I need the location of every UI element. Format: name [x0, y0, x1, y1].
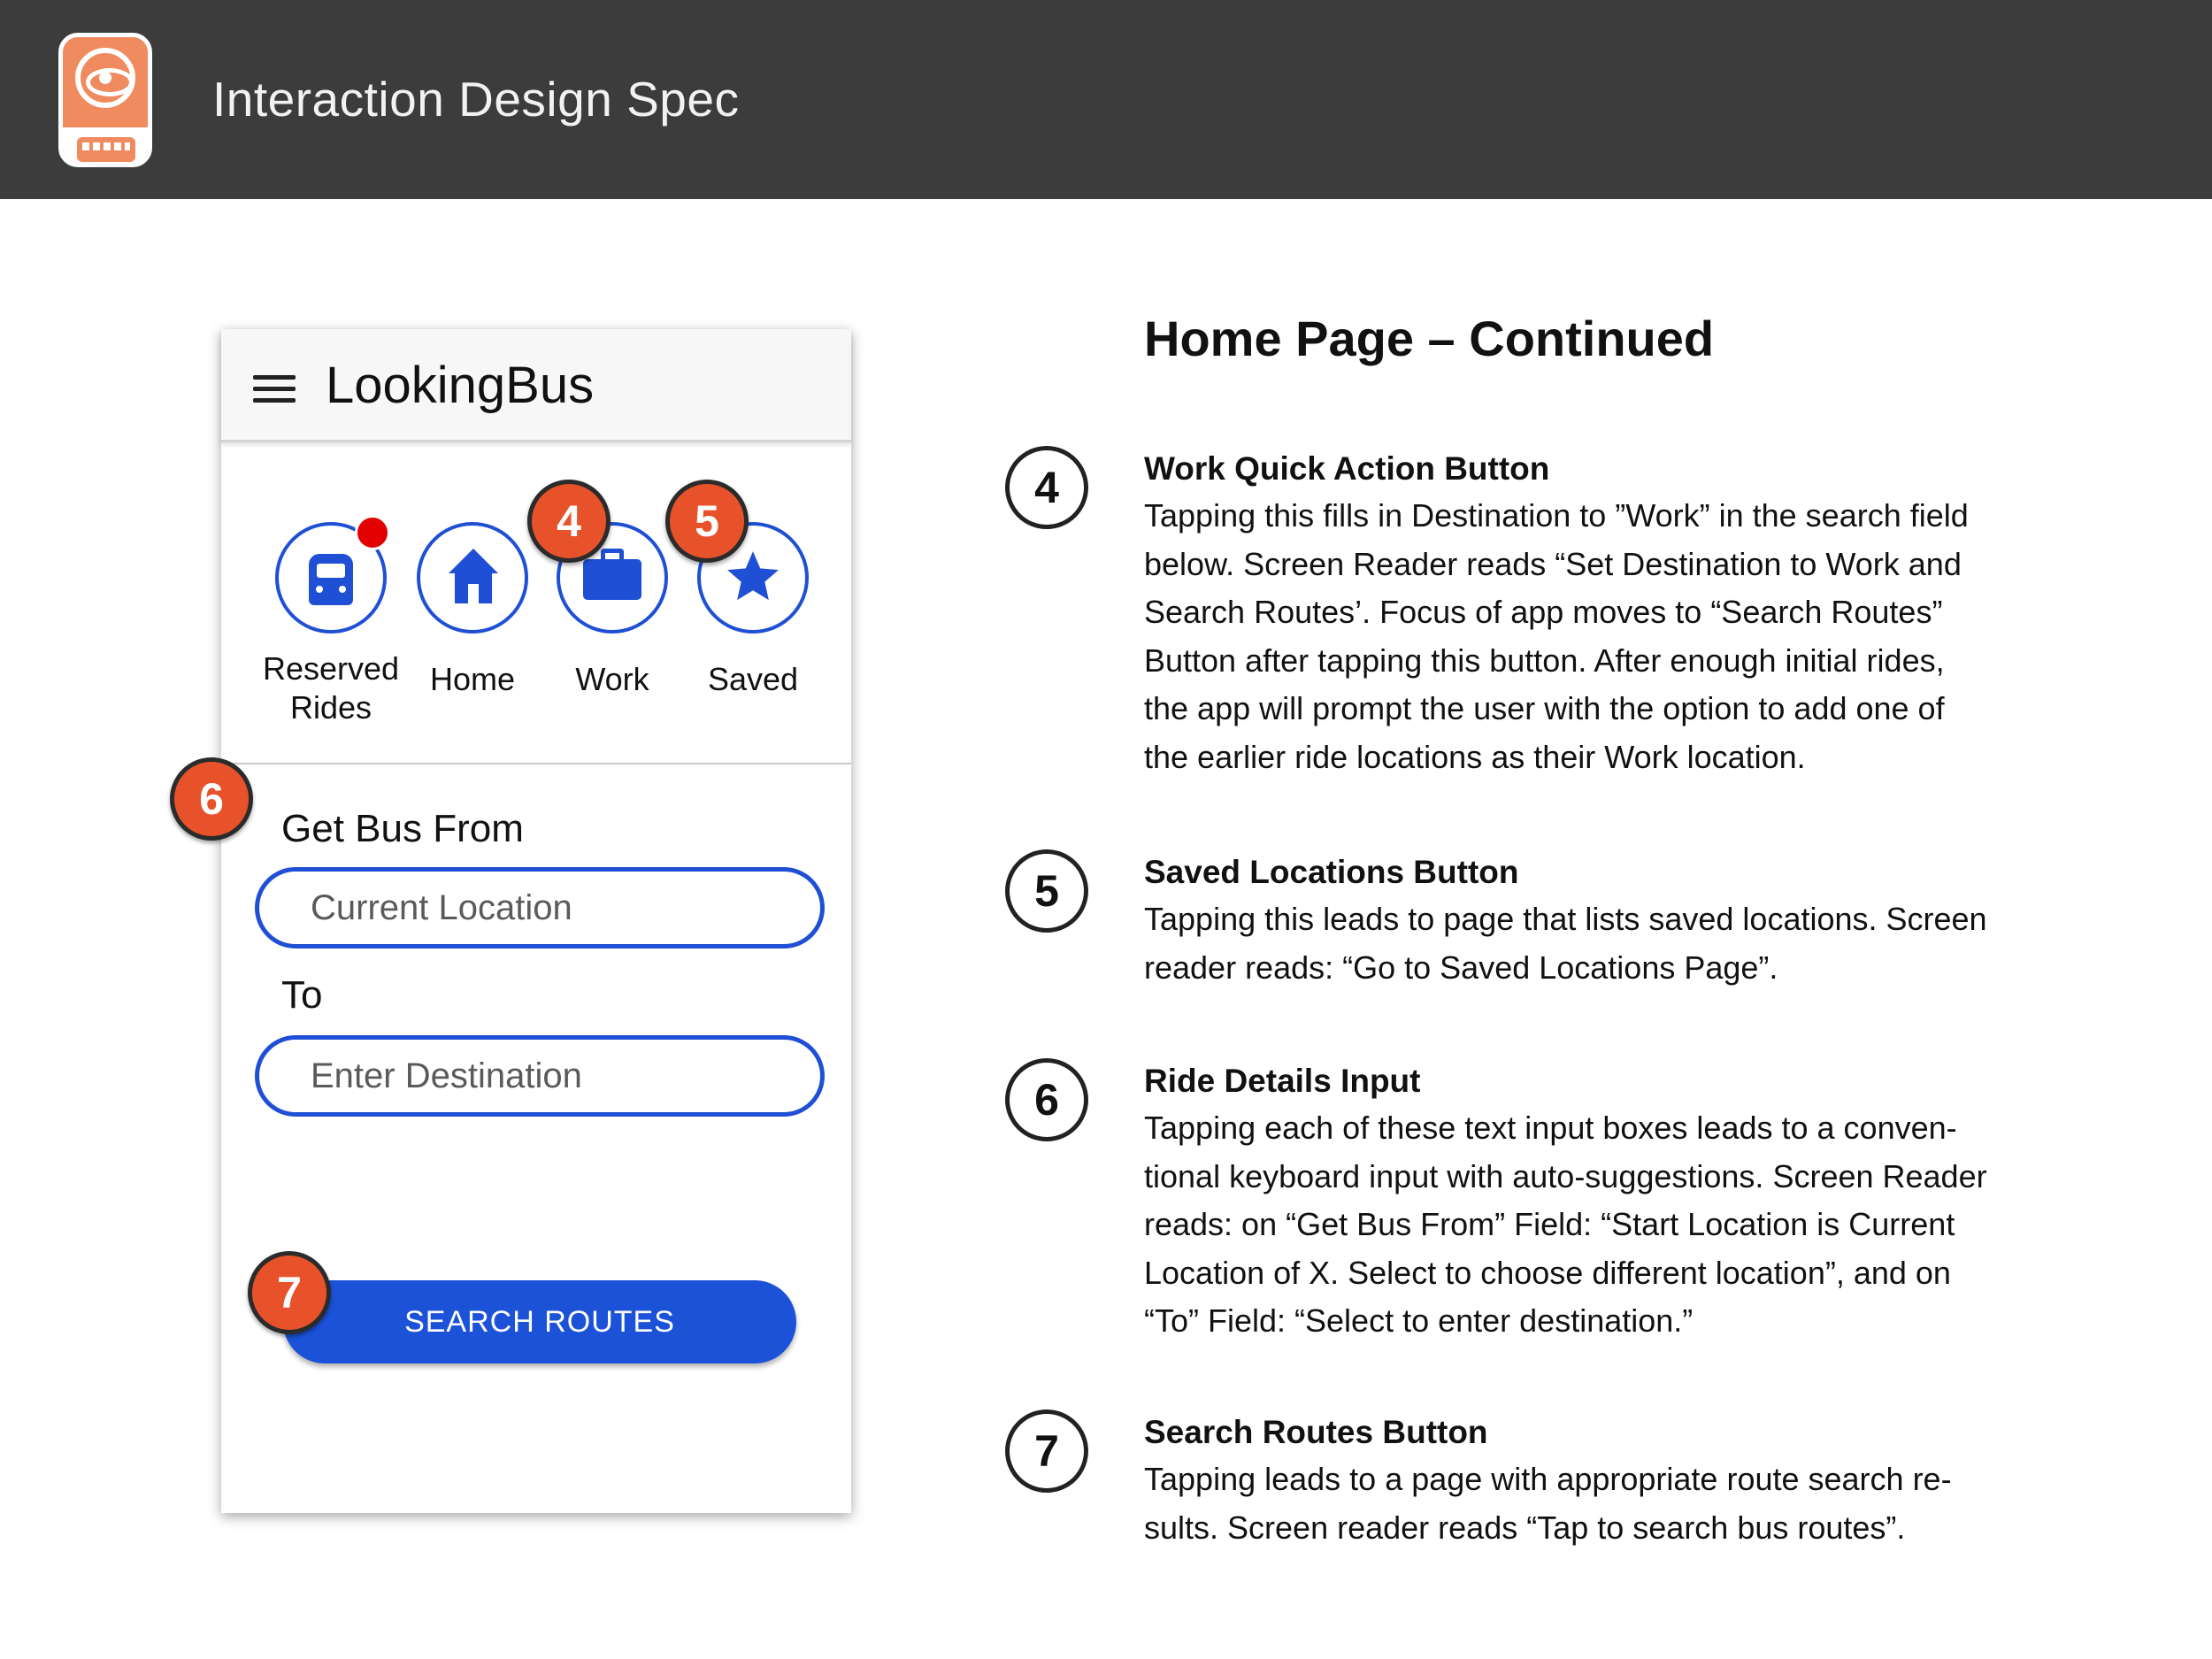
annotation-badge-6: 6 [170, 757, 253, 841]
spec-text-6: Ride Details Input Tapping each of these… [1144, 1058, 2064, 1346]
from-location-input[interactable] [255, 867, 825, 949]
lookingbus-logo-icon [58, 33, 152, 167]
phone-mockup: LookingBus Reserved Rides Home Work Save… [170, 329, 851, 1513]
bus-icon [309, 554, 353, 605]
hamburger-menu-icon[interactable] [253, 375, 299, 405]
spec-text-5: Saved Locations Button Tapping this lead… [1144, 849, 2064, 992]
notification-dot [355, 515, 390, 550]
spec-text-7: Search Routes Button Tapping leads to a … [1144, 1409, 2064, 1552]
document-title: Interaction Design Spec [212, 72, 740, 127]
spec-section-title: Home Page – Continued [1144, 311, 1715, 366]
app-bar: LookingBus [221, 329, 851, 442]
briefcase-icon [583, 549, 641, 600]
spec-heading: Search Routes Button [1144, 1414, 1488, 1450]
app-name: LookingBus [326, 357, 595, 414]
home-button[interactable]: Home [402, 522, 543, 699]
spec-heading: Saved Locations Button [1144, 854, 1519, 890]
reserved-rides-label: Reserved Rides [262, 650, 400, 726]
reserved-rides-button[interactable]: Reserved Rides [260, 515, 402, 727]
bus-icon [77, 137, 135, 162]
home-circle [417, 522, 528, 634]
saved-label: Saved [707, 661, 799, 697]
home-label: Home [429, 661, 516, 697]
spec-heading: Work Quick Action Button [1144, 450, 1550, 487]
spec-text-4: Work Quick Action Button Tapping this fi… [1144, 446, 2064, 781]
spec-number-4: 4 [1005, 446, 1088, 529]
spec-body: Tapping this fills in Destination to ”Wo… [1144, 497, 1969, 775]
spec-number-5: 5 [1005, 849, 1088, 933]
home-icon [449, 549, 498, 605]
annotation-badge-5: 5 [665, 480, 749, 563]
section-divider [221, 763, 851, 764]
spec-body: Tapping leads to a page with appropriate… [1144, 1461, 1952, 1546]
destination-input[interactable] [255, 1035, 825, 1117]
spec-number-6: 6 [1005, 1058, 1088, 1141]
search-routes-button[interactable]: SEARCH ROUTES [283, 1280, 796, 1363]
spec-number-7: 7 [1005, 1409, 1088, 1493]
spec-body: Tapping each of these text input boxes l… [1144, 1110, 1987, 1339]
annotation-badge-4: 4 [527, 480, 611, 563]
to-label: To [281, 973, 323, 1017]
reserved-rides-circle [275, 515, 390, 634]
work-label: Work [575, 661, 649, 697]
annotation-badge-7: 7 [248, 1251, 331, 1334]
eye-icon [75, 48, 135, 108]
top-header-bar: Interaction Design Spec [0, 0, 2212, 199]
spec-heading: Ride Details Input [1144, 1063, 1421, 1099]
star-icon [727, 551, 779, 601]
get-bus-from-label: Get Bus From [281, 807, 524, 850]
spec-body: Tapping this leads to page that lists sa… [1144, 901, 1987, 986]
logo-bus-band [63, 127, 148, 163]
